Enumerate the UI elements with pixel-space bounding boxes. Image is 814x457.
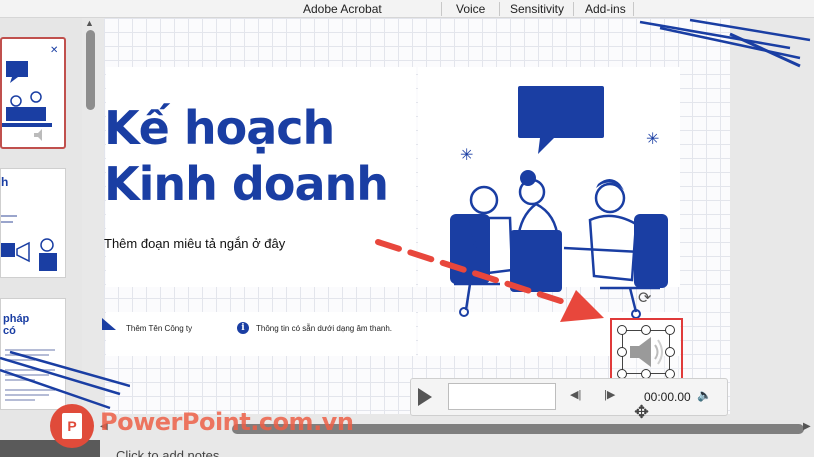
thumbnail-scrollbar-thumb[interactable] [86, 30, 95, 110]
tab-adobe-acrobat[interactable]: Adobe Acrobat [303, 2, 382, 16]
company-logo-triangle-icon [102, 318, 116, 330]
svg-text:✕: ✕ [50, 45, 58, 56]
tab-sensitivity[interactable]: Sensitivity [510, 2, 564, 16]
speaker-icon[interactable] [626, 333, 666, 371]
tab-add-ins[interactable]: Add-ins [585, 2, 626, 16]
resize-handle-right[interactable] [665, 347, 675, 357]
tab-separator [441, 2, 442, 16]
audio-progress-bar[interactable] [448, 383, 556, 410]
skip-forward-icon[interactable]: |▶ [604, 388, 615, 401]
thumbnail-2-illustration [1, 215, 57, 271]
slide-title-line-1: Kế hoạch [104, 101, 335, 155]
slide-subtitle[interactable]: Thêm đoạn miêu tả ngắn ở đây [104, 236, 285, 251]
scribble-decoration-bottom-left [0, 350, 130, 410]
slide-title-line-2: Kinh doanh [104, 157, 389, 211]
ribbon-tab-bar: Adobe Acrobat Voice Sensitivity Add-ins [0, 0, 814, 18]
thumbnail-scroll-up-arrow[interactable]: ▲ [85, 18, 94, 28]
slide-thumbnail-1[interactable]: ✕ [0, 37, 66, 149]
scroll-right-arrow[interactable]: ▶ [803, 421, 811, 432]
resize-handle-top[interactable] [641, 325, 651, 335]
audio-time-display: 00:00.00 [644, 390, 691, 404]
slide-title[interactable]: Kế hoạch Kinh doanh [104, 100, 424, 212]
svg-text:✳: ✳ [460, 147, 473, 164]
annotation-arrow [375, 239, 604, 322]
watermark-logo-letter: P [62, 413, 82, 439]
scribble-decoration-top-right [639, 18, 811, 68]
play-icon[interactable] [418, 388, 432, 406]
move-cursor-icon: ✥ [634, 402, 650, 422]
tab-voice[interactable]: Voice [456, 2, 485, 16]
resize-handle-left[interactable] [617, 347, 627, 357]
info-icon: i [237, 322, 249, 334]
resize-handle-top-right[interactable] [665, 325, 675, 335]
tab-separator [499, 2, 500, 16]
thumbnail-1-illustration: ✕ [2, 45, 58, 141]
company-name-text[interactable]: Thêm Tên Công ty [126, 324, 192, 333]
notes-placeholder[interactable]: Click to add notes [116, 448, 219, 457]
svg-text:✳: ✳ [646, 131, 659, 148]
tab-separator [573, 2, 574, 16]
skip-back-icon[interactable]: ◀| [570, 388, 581, 401]
slide-thumbnail-2[interactable]: h [0, 168, 66, 278]
resize-handle-top-left[interactable] [617, 325, 627, 335]
tab-separator [633, 2, 634, 16]
thumbnail-2-title: h [1, 175, 9, 189]
powerpoint-window: Adobe Acrobat Voice Sensitivity Add-ins … [0, 0, 814, 457]
volume-icon[interactable]: 🔈 [697, 388, 712, 402]
rotate-handle-icon[interactable]: ⟳ [638, 288, 651, 308]
watermark-text: PowerPoint.com.vn [100, 408, 354, 436]
